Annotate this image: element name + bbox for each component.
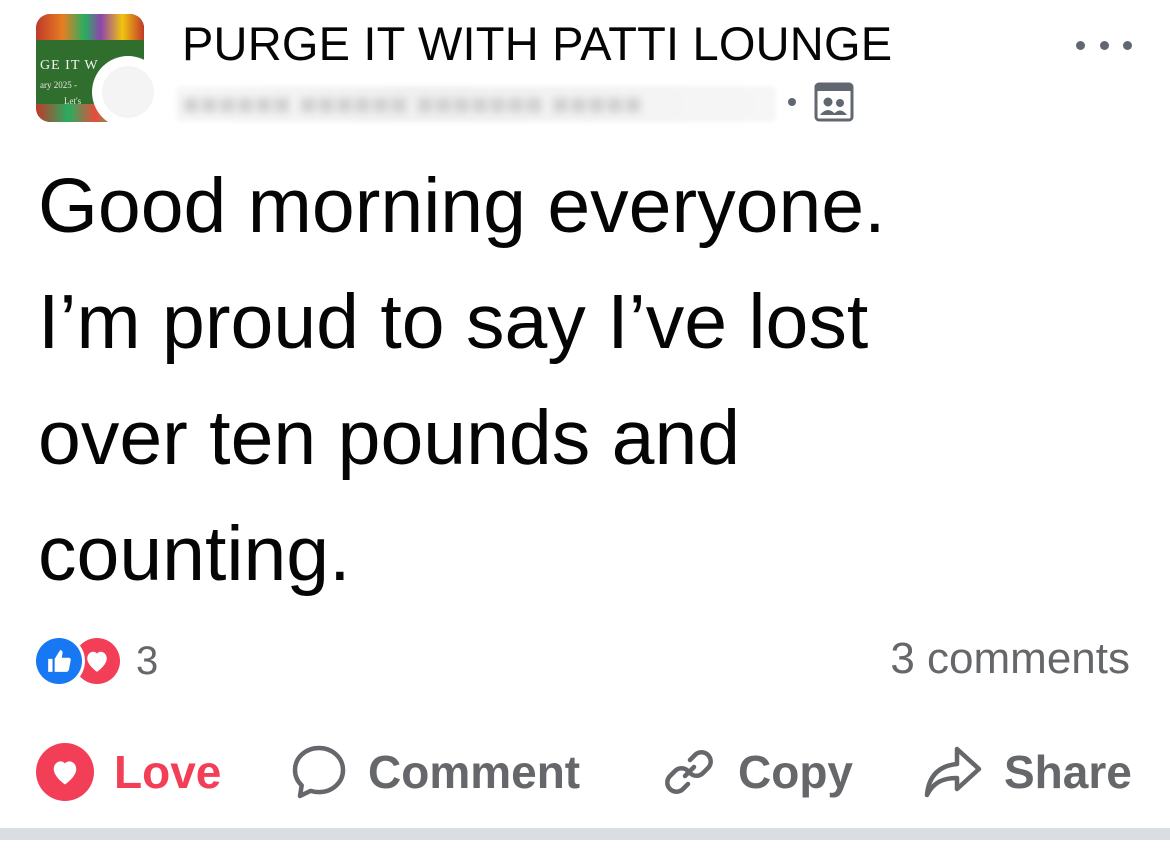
thumbs-up-icon: [36, 638, 82, 684]
feed-divider: [0, 828, 1170, 840]
share-label: Share: [1004, 746, 1132, 798]
author-name[interactable]: ■■■■■■ ■■■■■■ ■■■■■■■ ■■■■■: [182, 88, 642, 122]
comment-label: Comment: [368, 746, 581, 798]
more-horizontal-icon-dot: [1123, 40, 1132, 50]
comments-count[interactable]: 3 comments: [890, 634, 1130, 684]
copy-link-button[interactable]: Copy: [660, 742, 853, 802]
copy-label: Copy: [738, 746, 853, 798]
link-icon: [665, 750, 713, 794]
meta-separator-dot: [788, 98, 796, 106]
reaction-count: 3: [136, 638, 159, 683]
love-button[interactable]: Love: [36, 742, 221, 802]
post-card: GE IT W ary 2025 - Let's PURGE IT WITH P…: [0, 0, 1170, 850]
group-avatar-image-top: [36, 14, 144, 40]
author-avatar[interactable]: [96, 60, 160, 124]
group-members-icon: [814, 82, 854, 122]
group-avatar-text-1: GE IT W: [40, 58, 99, 73]
speech-bubble-icon: [292, 745, 346, 799]
author-avatar-obscured: [102, 66, 154, 118]
reactions-summary[interactable]: 3: [36, 638, 158, 684]
love-label: Love: [114, 746, 222, 798]
more-horizontal-icon: [1076, 40, 1085, 50]
comment-button[interactable]: Comment: [290, 742, 580, 802]
share-arrow-icon: [924, 746, 982, 798]
post-text: Good morning everyone. I’m proud to say …: [38, 163, 886, 597]
share-button[interactable]: Share: [922, 742, 1132, 802]
more-horizontal-icon-dot: [1099, 40, 1109, 50]
heart-icon: [36, 743, 94, 801]
action-bar: Love Comment Copy Share: [36, 742, 1136, 802]
more-options-button[interactable]: [1076, 30, 1132, 60]
group-name[interactable]: PURGE IT WITH PATTI LOUNGE: [182, 16, 892, 71]
group-avatar-text-2: ary 2025 -: [40, 80, 77, 90]
